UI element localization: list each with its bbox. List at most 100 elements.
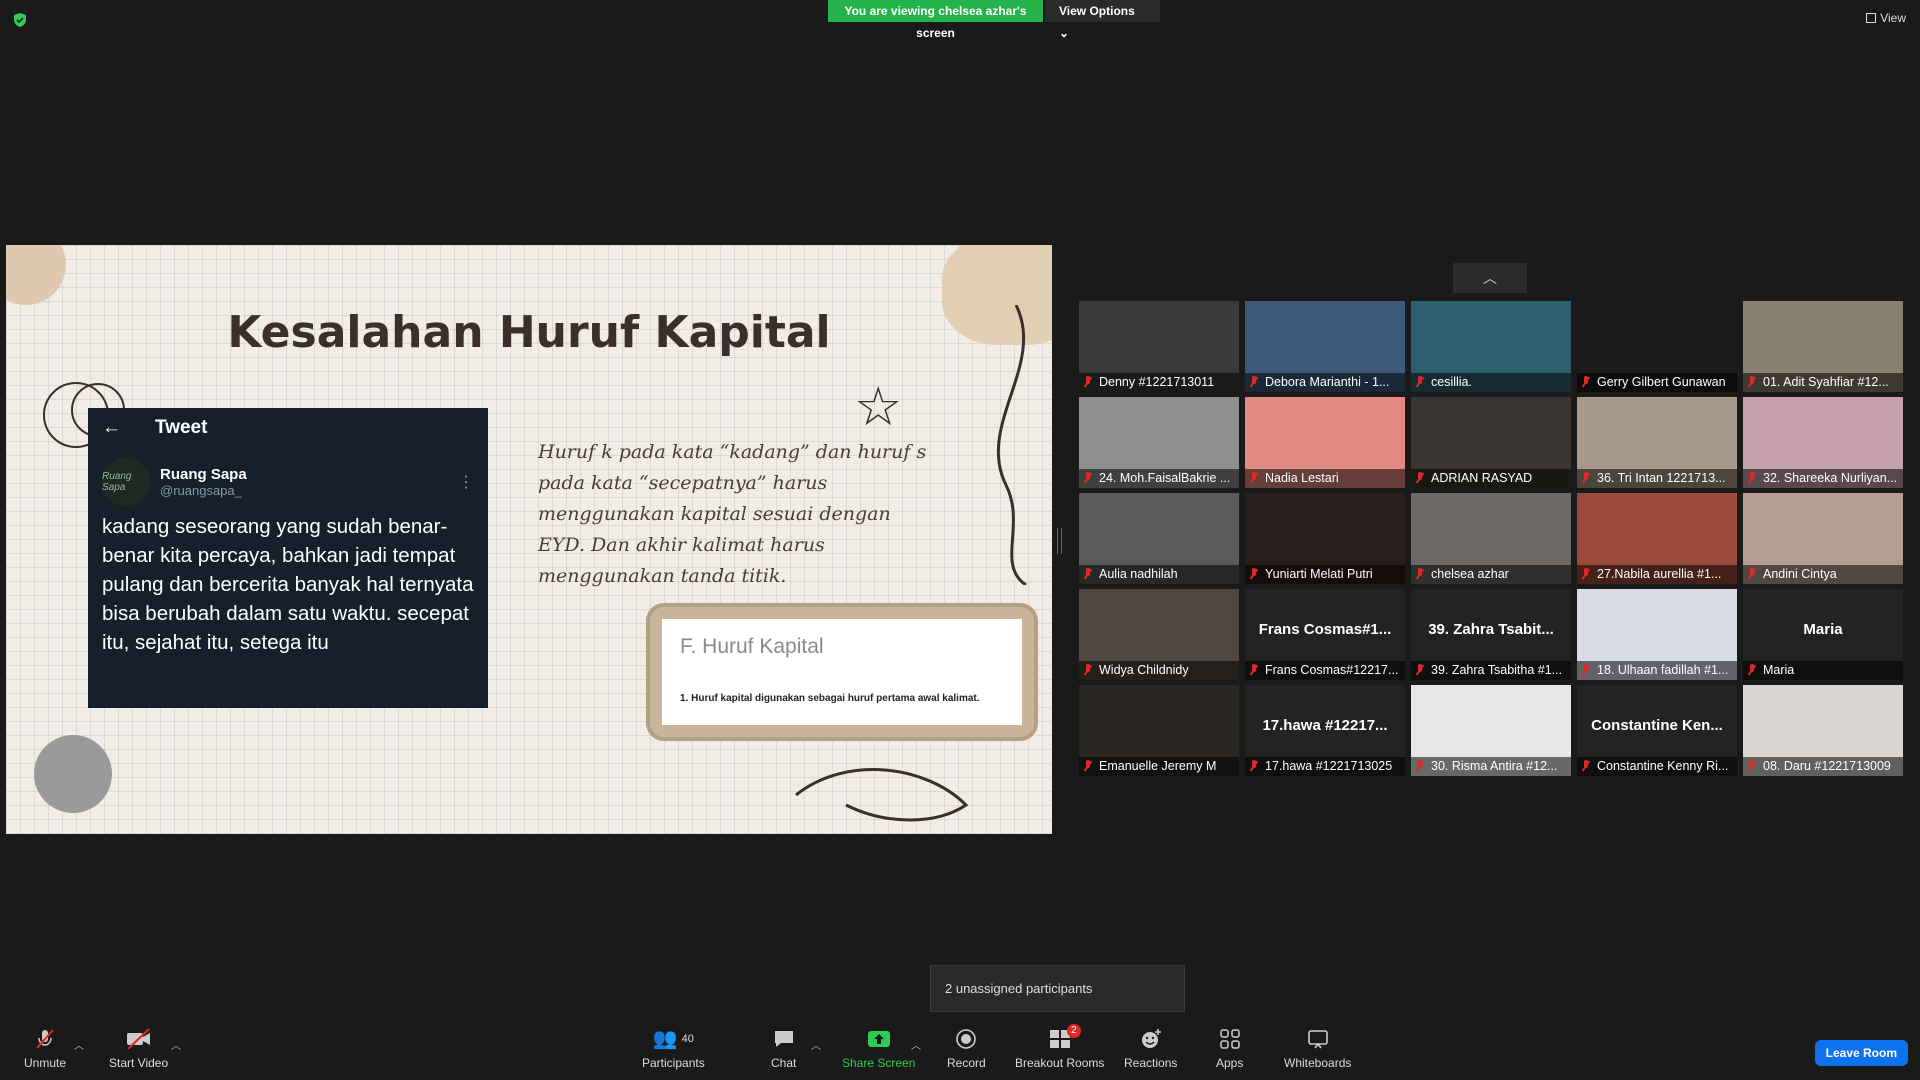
participant-name-label: ADRIAN RASYAD [1411,469,1571,488]
whiteboard-icon [1307,1026,1329,1052]
participant-name-label: Emanuelle Jeremy M [1079,757,1239,776]
security-shield-icon[interactable] [12,12,28,28]
mic-muted-icon [1249,664,1259,676]
participant-tile[interactable]: Andini Cintya [1743,493,1903,584]
participant-tile[interactable]: Debora Marianthi - 1... [1245,301,1405,392]
view-options-button[interactable]: View Options ⌄ [1045,0,1160,40]
mic-muted-icon [1083,376,1093,388]
participant-name-label: Frans Cosmas#12217... [1245,661,1405,680]
participant-name: cesillia. [1431,375,1472,389]
participant-tile[interactable]: 30. Risma Antira #12... [1411,685,1571,776]
participants-button[interactable]: 👥 40 Participants [642,1015,705,1080]
breakout-rooms-icon: 2 [1049,1023,1081,1052]
whiteboards-button[interactable]: Whiteboards [1284,1015,1351,1080]
mic-muted-icon [1747,760,1757,772]
participant-name: Emanuelle Jeremy M [1099,759,1217,773]
screen-share-banner: You are viewing chelsea azhar's screen [828,0,1043,40]
mic-off-icon [33,1026,57,1052]
participant-name: 27.Nabila aurellia #1... [1597,567,1722,581]
participant-name-label: Maria [1743,661,1903,680]
participant-tile[interactable]: Yuniarti Melati Putri [1245,493,1405,584]
unmute-button[interactable]: Unmute [24,1015,66,1080]
whiteboards-label: Whiteboards [1284,1055,1352,1070]
participants-label: Participants [642,1055,705,1070]
meeting-toolbar: Unmute ︿ Start Video ︿ 👥 40 Participants… [0,1015,1920,1080]
leave-room-button[interactable]: Leave Room [1814,1040,1908,1066]
participant-name-label: Denny #1221713011 [1079,373,1239,392]
participant-tile[interactable]: Emanuelle Jeremy M [1079,685,1239,776]
participant-tile[interactable]: Nadia Lestari [1245,397,1405,488]
participant-display-name: Constantine Ken... [1591,717,1723,734]
participant-tile[interactable]: Constantine Ken... Constantine Kenny Ri..… [1577,685,1737,776]
chat-options-caret-icon[interactable]: ︿ [811,1037,821,1052]
participant-name: Aulia nadhilah [1099,567,1178,581]
participant-tile[interactable]: 08. Daru #1221713009 [1743,685,1903,776]
participant-name: Maria [1763,663,1795,677]
mic-muted-icon [1083,664,1093,676]
mic-muted-icon [1415,376,1425,388]
view-button[interactable]: View [1866,11,1906,25]
participant-tile[interactable]: cesillia. [1411,301,1571,392]
share-screen-button[interactable]: Share Screen [842,1015,915,1080]
breakout-rooms-button[interactable]: 2 Breakout Rooms [1015,1015,1104,1080]
participant-tile[interactable]: ADRIAN RASYAD [1411,397,1571,488]
gallery-page-up-button[interactable]: ︿ [1453,263,1527,293]
mic-muted-icon [1415,472,1425,484]
participant-name: 36. Tri Intan 1221713... [1597,471,1726,485]
participant-name: 32. Shareeka Nurliyan... [1763,471,1898,485]
mic-muted-icon [1415,760,1425,772]
participant-tile[interactable]: Denny #1221713011 [1079,301,1239,392]
chat-label: Chat [771,1055,797,1070]
participant-name: Constantine Kenny Ri... [1597,759,1729,773]
apps-button[interactable]: Apps [1216,1015,1243,1080]
participant-tile[interactable]: 01. Adit Syahfiar #12... [1743,301,1903,392]
video-options-caret-icon[interactable]: ︿ [171,1037,181,1052]
view-label: View [1880,11,1906,25]
chat-button[interactable]: Chat [771,1015,796,1080]
audio-options-caret-icon[interactable]: ︿ [74,1037,84,1052]
participant-tile[interactable]: 32. Shareeka Nurliyan... [1743,397,1903,488]
participant-name: 08. Daru #1221713009 [1763,759,1891,773]
participant-tile[interactable]: 18. Ulhaan fadillah #1... [1577,589,1737,680]
start-video-button[interactable]: Start Video [109,1015,168,1080]
resize-handle[interactable] [1057,528,1062,554]
star-icon: ☆ [854,377,903,437]
participant-tile[interactable]: Aulia nadhilah [1079,493,1239,584]
tweet-header: Tweet [155,417,208,438]
participant-tile[interactable]: chelsea azhar [1411,493,1571,584]
decor-blob [6,245,66,305]
unmute-label: Unmute [24,1055,67,1070]
participant-name-label: 39. Zahra Tsabitha #1... [1411,661,1571,680]
record-icon [955,1026,977,1052]
mic-muted-icon [1249,472,1259,484]
participant-tile[interactable]: 27.Nabila aurellia #1... [1577,493,1737,584]
participant-tile[interactable]: Maria Maria [1743,589,1903,680]
participant-tile[interactable]: 39. Zahra Tsabit... 39. Zahra Tsabitha #1… [1411,589,1571,680]
record-button[interactable]: Record [947,1015,986,1080]
participant-name: 24. Moh.FaisalBakrie ... [1099,471,1231,485]
mic-muted-icon [1581,760,1591,772]
mic-muted-icon [1581,568,1591,580]
participant-name: Yuniarti Melati Putri [1265,567,1373,581]
rule-card: F. Huruf Kapital 1. Huruf kapital diguna… [662,619,1022,725]
chevron-down-icon: ⌄ [1059,26,1070,40]
participant-name: 17.hawa #1221713025 [1265,759,1393,773]
participant-tile[interactable]: Gerry Gilbert Gunawan [1577,301,1737,392]
rule-card-title: F. Huruf Kapital [680,635,824,658]
participant-tile[interactable]: 17.hawa #12217... 17.hawa #1221713025 [1245,685,1405,776]
participant-tile[interactable]: 36. Tri Intan 1221713... [1577,397,1737,488]
participant-display-name: 17.hawa #12217... [1262,717,1388,734]
reactions-button[interactable]: Reactions [1124,1015,1177,1080]
share-screen-label: Share Screen [842,1055,916,1070]
mic-muted-icon [1083,568,1093,580]
participant-tile[interactable]: Frans Cosmas#1... Frans Cosmas#12217... [1245,589,1405,680]
participant-tile[interactable]: 24. Moh.FaisalBakrie ... [1079,397,1239,488]
share-options-caret-icon[interactable]: ︿ [911,1037,921,1052]
apps-icon [1219,1026,1241,1052]
participant-name: Debora Marianthi - 1... [1265,375,1390,389]
decor-circle [34,735,112,813]
participant-tile[interactable]: Widya Childnidy [1079,589,1239,680]
participant-name: Nadia Lestari [1265,471,1339,485]
video-off-icon [125,1026,153,1052]
tweet-name: Ruang Sapa [160,466,247,483]
